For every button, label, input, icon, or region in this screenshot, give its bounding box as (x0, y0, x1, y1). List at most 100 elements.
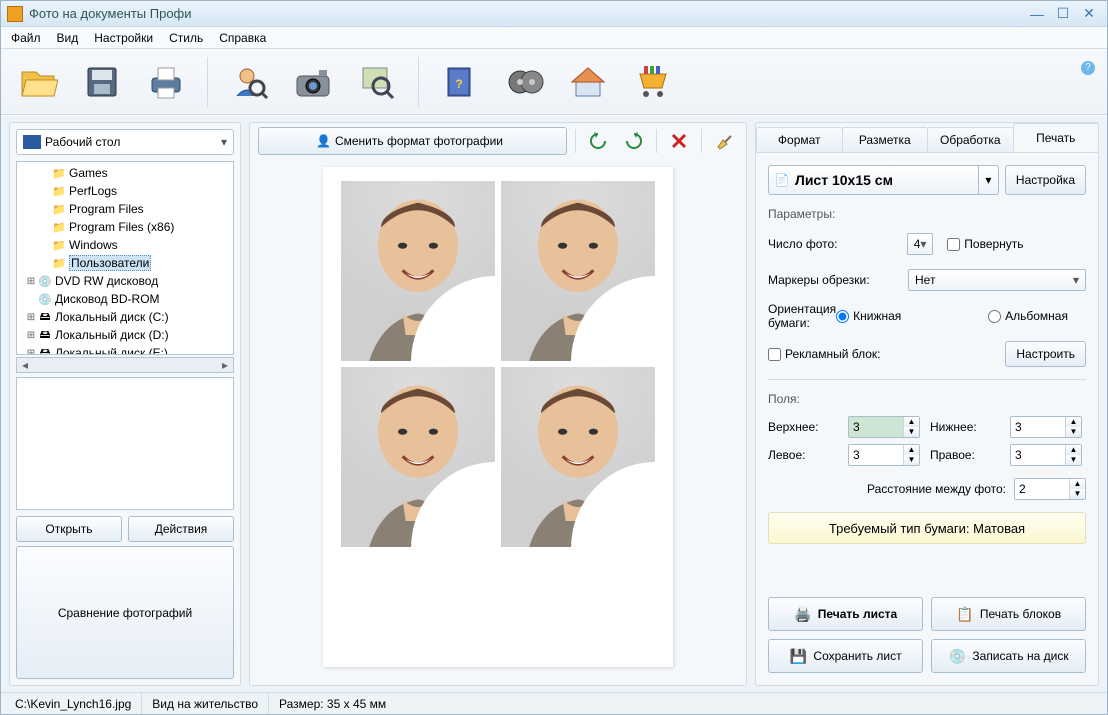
menu-settings[interactable]: Настройки (86, 28, 161, 48)
orientation-portrait-radio[interactable]: Книжная (836, 309, 976, 323)
orientation-landscape-radio[interactable]: Альбомная (988, 309, 1108, 323)
camera-button[interactable] (286, 55, 340, 109)
app-icon (7, 6, 23, 22)
tree-item[interactable]: Windows (17, 236, 233, 254)
drive-icon (37, 292, 53, 306)
tree-item[interactable]: ⊞DVD RW дисковод (17, 272, 233, 290)
print-sheet-button[interactable]: 🖨️Печать листа (768, 597, 923, 631)
cart-button[interactable] (625, 55, 679, 109)
compare-button[interactable]: Сравнение фотографий (16, 546, 234, 679)
main-toolbar: ? ? (1, 49, 1107, 115)
rotate-checkbox[interactable]: Повернуть (947, 237, 1086, 251)
status-doc-type: Вид на жительство (142, 693, 269, 714)
num-photos-label: Число фото: (768, 237, 907, 251)
actions-button[interactable]: Действия (128, 516, 234, 542)
change-format-button[interactable]: 👤 Сменить формат фотографии (258, 127, 567, 155)
save-button[interactable] (75, 55, 129, 109)
scroll-right-icon[interactable]: ▸ (217, 358, 233, 372)
tree-item[interactable]: PerfLogs (17, 182, 233, 200)
folder-icon (51, 256, 67, 270)
margin-bottom-label: Нижнее: (930, 420, 1000, 434)
printer-icon: 🖨️ (794, 605, 812, 623)
tree-item-selected[interactable]: Пользователи (17, 254, 233, 272)
close-button[interactable]: ✕ (1077, 5, 1101, 23)
tab-layout[interactable]: Разметка (842, 127, 929, 152)
photo-2[interactable] (501, 181, 655, 361)
delete-button[interactable] (665, 127, 693, 155)
margin-top-label: Верхнее: (768, 420, 838, 434)
disc-icon: 💿 (948, 647, 966, 665)
zoom-button[interactable] (350, 55, 404, 109)
window-title: Фото на документы Профи (29, 6, 1025, 21)
photo-3[interactable] (341, 367, 495, 547)
crop-markers-label: Маркеры обрезки: (768, 273, 908, 287)
tree-hscrollbar[interactable]: ◂ ▸ (16, 357, 234, 373)
burn-disc-button[interactable]: 💿Записать на диск (931, 639, 1086, 673)
folder-icon (51, 202, 67, 216)
tree-item[interactable]: Дисковод BD-ROM (17, 290, 233, 308)
num-photos-select[interactable]: 4▾ (907, 233, 934, 255)
folder-icon (51, 220, 67, 234)
tree-item[interactable]: Games (17, 164, 233, 182)
menu-file[interactable]: Файл (3, 28, 49, 48)
scroll-left-icon[interactable]: ◂ (17, 358, 33, 372)
spacing-label: Расстояние между фото: (768, 482, 1014, 496)
margin-bottom-input[interactable]: ▲▼ (1010, 416, 1082, 438)
tree-item[interactable]: Program Files (17, 200, 233, 218)
tab-print[interactable]: Печать (1013, 123, 1100, 152)
margin-right-input[interactable]: ▲▼ (1010, 444, 1082, 466)
ad-block-checkbox[interactable]: Рекламный блок: (768, 347, 880, 361)
menu-help[interactable]: Справка (211, 28, 274, 48)
tree-item[interactable]: ⊞Локальный диск (D:) (17, 326, 233, 344)
crop-markers-select[interactable]: Нет▾ (908, 269, 1086, 291)
tree-item[interactable]: Program Files (x86) (17, 218, 233, 236)
margin-top-input[interactable]: ▲▼ (848, 416, 920, 438)
configure-ad-button[interactable]: Настроить (1005, 341, 1086, 367)
photo-4[interactable] (501, 367, 655, 547)
help-book-button[interactable]: ? (433, 55, 487, 109)
margins-label: Поля: (768, 392, 1086, 406)
status-file: C:\Kevin_Lynch16.jpg (5, 693, 142, 714)
status-bar: C:\Kevin_Lynch16.jpg Вид на жительство Р… (1, 692, 1107, 714)
chevron-down-icon: ▾ (221, 135, 227, 149)
user-search-button[interactable] (222, 55, 276, 109)
print-button[interactable] (139, 55, 193, 109)
home-button[interactable] (561, 55, 615, 109)
right-panel: Формат Разметка Обработка Печать 📄 Лист … (755, 122, 1099, 686)
thumbnail-preview (16, 377, 234, 510)
tree-item[interactable]: ⊞Локальный диск (C:) (17, 308, 233, 326)
center-panel: 👤 Сменить формат фотографии (249, 122, 747, 686)
minimize-button[interactable]: — (1025, 5, 1049, 23)
menu-style[interactable]: Стиль (161, 28, 211, 48)
hdd-icon (37, 346, 53, 355)
folder-tree[interactable]: Games PerfLogs Program Files Program Fil… (16, 161, 234, 355)
desktop-icon (23, 135, 41, 149)
sheet-select-label: Лист 10x15 см (795, 172, 978, 188)
spacing-input[interactable]: ▲▼ (1014, 478, 1086, 500)
rotate-right-button[interactable] (620, 127, 648, 155)
sheet-select[interactable]: 📄 Лист 10x15 см ▾ (768, 165, 999, 195)
sheet-settings-button[interactable]: Настройка (1005, 165, 1086, 195)
folder-icon (51, 184, 67, 198)
help-icon[interactable]: ? (1081, 61, 1095, 75)
tab-format[interactable]: Формат (756, 127, 843, 152)
save-sheet-button[interactable]: 💾Сохранить лист (768, 639, 923, 673)
open-button[interactable]: Открыть (16, 516, 122, 542)
status-size: Размер: 35 x 45 мм (269, 693, 396, 714)
folder-combo[interactable]: Рабочий стол ▾ (16, 129, 234, 155)
print-blocks-button[interactable]: 📋Печать блоков (931, 597, 1086, 631)
rotate-left-button[interactable] (584, 127, 612, 155)
tab-processing[interactable]: Обработка (927, 127, 1014, 152)
margin-right-label: Правое: (930, 448, 1000, 462)
video-button[interactable] (497, 55, 551, 109)
margin-left-input[interactable]: ▲▼ (848, 444, 920, 466)
maximize-button[interactable]: ☐ (1051, 5, 1075, 23)
open-file-button[interactable] (11, 55, 65, 109)
photo-1[interactable] (341, 181, 495, 361)
title-bar: Фото на документы Профи — ☐ ✕ (1, 1, 1107, 27)
hdd-icon (37, 328, 53, 342)
margin-left-label: Левое: (768, 448, 838, 462)
brush-button[interactable] (710, 127, 738, 155)
menu-view[interactable]: Вид (49, 28, 87, 48)
tree-item[interactable]: ⊞Локальный диск (E:) (17, 344, 233, 355)
